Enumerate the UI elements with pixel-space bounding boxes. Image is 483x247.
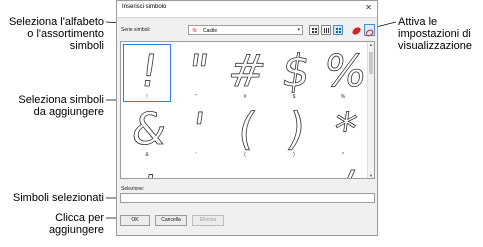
scroll-up-icon[interactable]: ▲ bbox=[368, 42, 374, 47]
large-grid-view-button[interactable] bbox=[333, 25, 343, 35]
callout-selected-symbols: Simboli selezionati bbox=[12, 192, 104, 204]
symbol-glyph: / bbox=[334, 162, 356, 179]
symbol-glyph: + bbox=[127, 162, 171, 179]
symbol-glyph: $ bbox=[279, 46, 314, 94]
symbol-set-dropdown[interactable]: ≋ Castle ▾ bbox=[188, 25, 303, 35]
cancel-button[interactable]: Cancella bbox=[155, 215, 187, 226]
symbol-char-label: ) bbox=[293, 152, 295, 158]
grid-view-button[interactable] bbox=[321, 25, 331, 35]
symbol-cell[interactable]: $ $ bbox=[270, 44, 318, 102]
symbol-char-label: % bbox=[340, 94, 346, 100]
dialog-title: Inserisci simbolo bbox=[122, 4, 167, 10]
selection-label: Selezione: bbox=[121, 186, 145, 192]
chevron-down-icon: ▾ bbox=[297, 27, 300, 33]
symbol-glyph: ( bbox=[235, 104, 259, 152]
outline-view-icon bbox=[365, 29, 374, 37]
symbol-glyph: ! bbox=[137, 46, 162, 94]
symbol-glyph: - bbox=[236, 162, 259, 179]
symbol-char-label: " bbox=[195, 94, 197, 100]
symbol-cell[interactable]: + bbox=[123, 160, 171, 179]
symbol-char-label: ' bbox=[195, 152, 197, 158]
symbol-char-label: ( bbox=[244, 152, 246, 158]
symbol-char-label: & bbox=[145, 152, 149, 158]
scrollbar-thumb[interactable] bbox=[369, 52, 373, 74]
symbol-glyph: & bbox=[128, 104, 169, 152]
callout-select-alphabet: Seleziona l'alfabeto o l'assortimento si… bbox=[8, 16, 104, 52]
symbol-glyph: # bbox=[225, 46, 269, 94]
symbol-glyph: ) bbox=[284, 104, 308, 152]
symbol-cell[interactable]: & & bbox=[123, 102, 171, 160]
ok-button[interactable]: OK bbox=[120, 215, 150, 226]
symbol-glyph: ' bbox=[189, 104, 208, 152]
symbol-glyph: , bbox=[188, 162, 209, 179]
symbol-set-label: Serie simboli bbox=[121, 27, 150, 33]
symbol-cell[interactable]: %% bbox=[319, 44, 367, 102]
symbol-cell[interactable]: ' ' bbox=[172, 102, 220, 160]
dialog-titlebar: Inserisci simbolo ✕ bbox=[117, 1, 377, 18]
close-icon[interactable]: ✕ bbox=[365, 3, 372, 12]
symbol-char-label: * bbox=[342, 152, 344, 158]
symbol-cell[interactable]: - bbox=[221, 160, 269, 179]
color-fill-icon[interactable] bbox=[351, 24, 362, 36]
outline-view-button[interactable] bbox=[364, 24, 375, 37]
vertical-scrollbar[interactable]: ▲ ▼ bbox=[367, 42, 374, 178]
symbol-glyph: " bbox=[184, 46, 211, 94]
symbol-cell[interactable]: # # bbox=[221, 44, 269, 102]
list-view-button[interactable] bbox=[309, 25, 319, 35]
symbol-cell[interactable]: !! bbox=[123, 44, 171, 102]
callout-select-symbols: Seleziona simboli da aggiungere bbox=[18, 94, 104, 118]
callout-click-add: Clicca per aggiungere bbox=[48, 212, 104, 236]
selected-symbols-field[interactable] bbox=[120, 193, 375, 203]
symbol-glyph: % bbox=[321, 46, 367, 94]
callout-display-settings: Attiva le impostazioni di visualizzazion… bbox=[398, 16, 472, 52]
symbol-char-label: # bbox=[243, 94, 247, 100]
symbol-cell[interactable]: . bbox=[270, 160, 318, 179]
symbol-cell[interactable]: * * bbox=[319, 102, 367, 160]
symbol-glyph: * bbox=[331, 104, 360, 152]
delete-button[interactable]: Elimina bbox=[192, 215, 224, 226]
symbol-glyph: . bbox=[286, 162, 307, 179]
symbol-cell[interactable]: " " bbox=[172, 44, 220, 102]
symbol-char-label: $ bbox=[292, 94, 296, 100]
symbol-cell[interactable]: )) bbox=[270, 102, 318, 160]
symbol-cell[interactable]: (( bbox=[221, 102, 269, 160]
symbol-grid: !! " " # # $ $%% & & ' '(()) * * +, -. / ▲ ▼ bbox=[120, 41, 375, 179]
font-type-icon: ≋ bbox=[192, 28, 198, 34]
symbol-cell[interactable]: / bbox=[319, 160, 367, 179]
symbol-cell[interactable]: , bbox=[172, 160, 220, 179]
symbol-set-value: Castle bbox=[203, 28, 218, 34]
insert-symbol-dialog: Inserisci simbolo ✕ Serie simboli ≋ Cast… bbox=[116, 0, 378, 236]
symbol-char-label: ! bbox=[146, 94, 148, 100]
scroll-down-icon[interactable]: ▼ bbox=[368, 173, 374, 178]
